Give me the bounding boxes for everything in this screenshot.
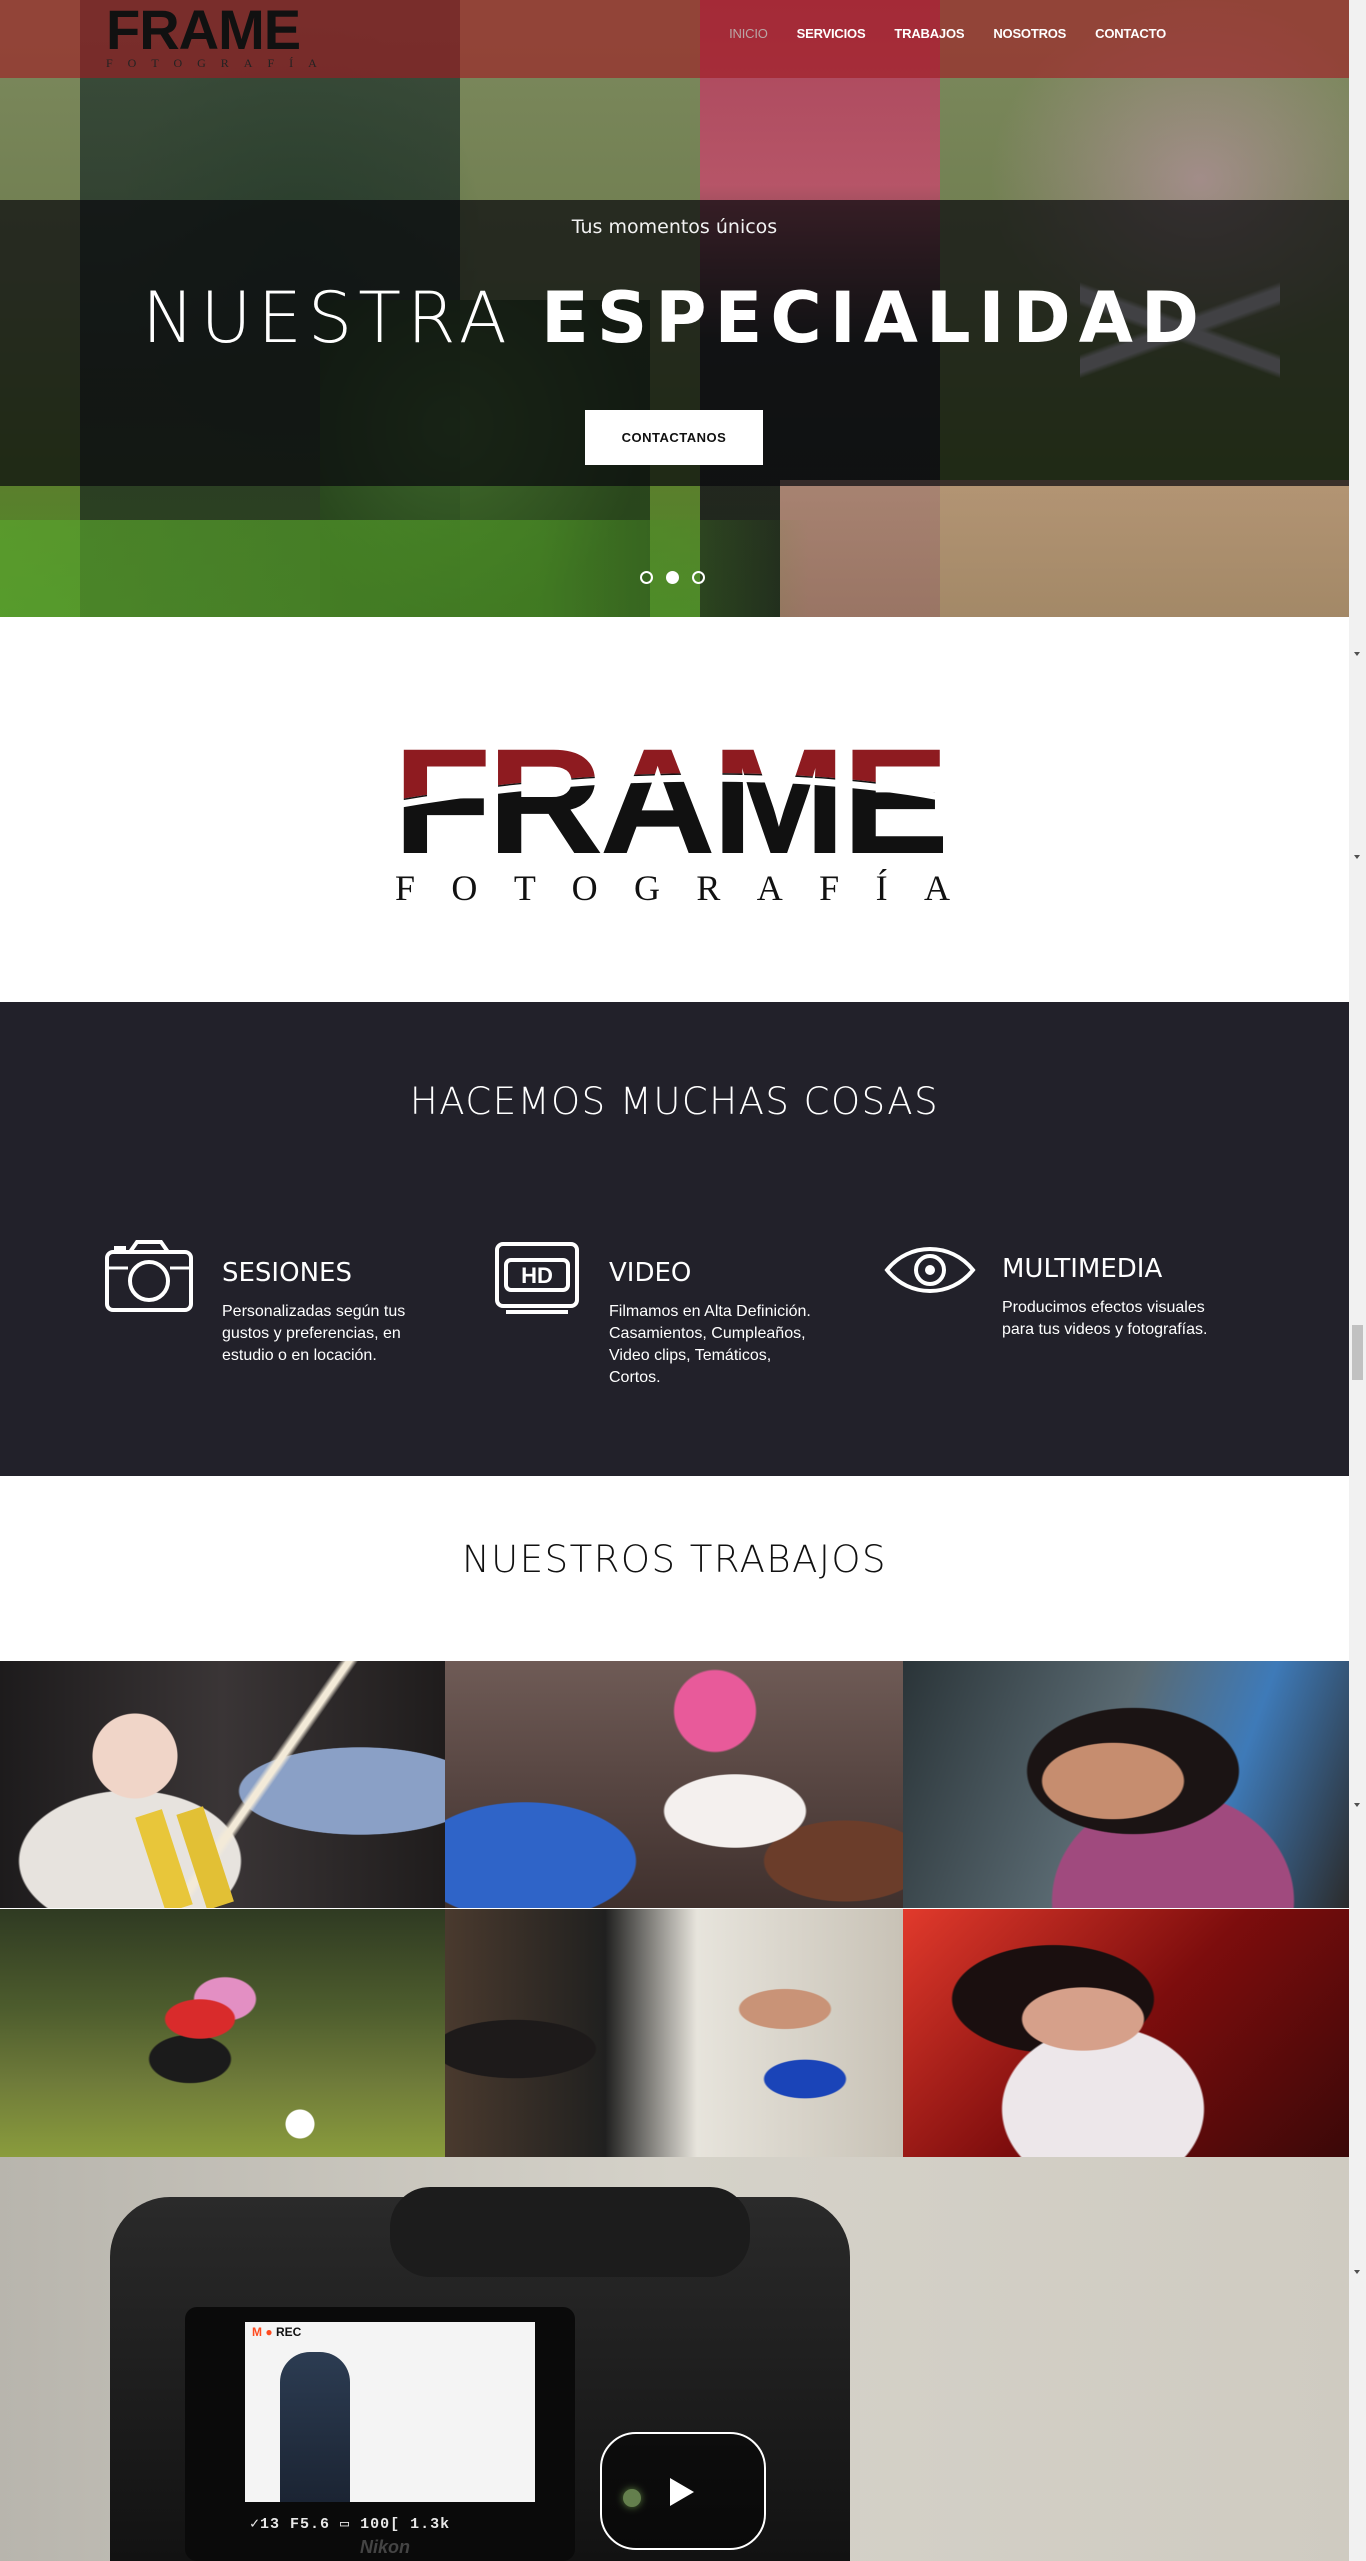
- camera-top: [390, 2187, 750, 2277]
- hero-title-bold: ESPECIALIDAD: [541, 277, 1207, 359]
- service-multimedia-desc: Producimos efectos visuales para tus vid…: [1002, 1299, 1208, 1338]
- camera-brand-label: Nikon: [360, 2537, 411, 2557]
- camera-mode: M: [252, 2325, 262, 2339]
- hero-slider: Tus momentos únicos NUESTRA ESPECIALIDAD…: [0, 0, 1349, 617]
- slider-dot-3[interactable]: [692, 571, 705, 584]
- nav-item-servicios[interactable]: SERVICIOS: [797, 26, 866, 41]
- scroll-marker-icon: [1354, 1803, 1360, 1807]
- svg-text:HD: HD: [521, 1263, 553, 1288]
- works-title: NUESTROS TRABAJOS: [462, 1538, 887, 1581]
- header-logo[interactable]: FRAME FOTOGRAFÍA: [106, 2, 318, 76]
- camera-status-bar: ✓13 F5.6 ▭ 100[ 1.3k: [250, 2516, 451, 2533]
- gallery-item-soccer-players[interactable]: [0, 1909, 445, 2157]
- camera-icon: [105, 1240, 193, 1312]
- scrollbar-thumb[interactable]: [1352, 1325, 1363, 1380]
- rec-dot-icon: ●: [265, 2325, 273, 2339]
- nav-item-contacto[interactable]: CONTACTO: [1095, 26, 1166, 41]
- camera-rec-text: REC: [275, 2325, 302, 2339]
- gallery-item-baby-with-candles[interactable]: [0, 1661, 445, 1908]
- brand-logo-tagline: FOTOGRAFÍA: [395, 868, 950, 905]
- camera-screen-person: [280, 2352, 350, 2502]
- gallery-item-woman-portrait[interactable]: [903, 1661, 1349, 1908]
- service-sesiones-desc: Personalizadas según tus gustos y prefer…: [222, 1303, 406, 1364]
- works-gallery: [0, 1661, 1349, 2157]
- scroll-marker-icon: [1354, 652, 1360, 656]
- brand-logo-graphic: FRAME FRAME FOTOGRAFÍA: [395, 725, 955, 905]
- contact-button[interactable]: CONTACTANOS: [585, 410, 763, 465]
- nav-item-inicio[interactable]: INICIO: [729, 26, 768, 41]
- slider-dots: [640, 571, 705, 584]
- hd-video-icon: HD: [495, 1242, 579, 1314]
- main-nav: INICIO SERVICIOS TRABAJOS NOSOTROS CONTA…: [729, 26, 1166, 41]
- works-section: NUESTROS TRABAJOS: [0, 1476, 1349, 1661]
- eye-icon: [884, 1247, 976, 1293]
- header-logo-tagline: FOTOGRAFÍA: [106, 56, 332, 70]
- services-title: HACEMOS MUCHAS COSAS: [409, 1080, 940, 1123]
- nav-item-trabajos[interactable]: TRABAJOS: [894, 26, 964, 41]
- header-logo-wordmark: FRAME: [106, 0, 301, 61]
- scroll-marker-icon: [1354, 2270, 1360, 2274]
- video-section: M ● REC ✓13 F5.6 ▭ 100[ 1.3k Nikon: [0, 2157, 1349, 2561]
- slider-dot-2[interactable]: [666, 571, 679, 584]
- hero-photo-grass: [0, 520, 1349, 617]
- gallery-item-birthday-cake[interactable]: [445, 1909, 903, 2157]
- play-icon: [670, 2478, 694, 2506]
- service-multimedia-title: MULTIMEDIA: [1002, 1254, 1163, 1284]
- hero-title-light: NUESTRA: [142, 277, 513, 359]
- gallery-item-party-celebration[interactable]: [445, 1661, 903, 1908]
- nav-item-nosotros[interactable]: NOSOTROS: [993, 26, 1066, 41]
- scroll-marker-icon: [1354, 855, 1360, 859]
- camera-rec-label: M ● REC: [252, 2325, 301, 2339]
- play-video-button[interactable]: [600, 2432, 766, 2550]
- hero-title: NUESTRA ESPECIALIDAD: [0, 278, 1349, 358]
- service-video-desc: Filmamos en Alta Definición. Casamientos…: [609, 1303, 811, 1386]
- slider-dot-1[interactable]: [640, 571, 653, 584]
- services-section: HACEMOS MUCHAS COSAS SESIONES Personaliz…: [0, 1002, 1349, 1476]
- top-navbar: FRAME FOTOGRAFÍA INICIO SERVICIOS TRABAJ…: [0, 0, 1349, 78]
- service-video-title: VIDEO: [609, 1258, 692, 1288]
- brand-logo-section: FRAME FRAME FOTOGRAFÍA: [0, 617, 1349, 1002]
- brand-logo: FRAME FRAME FOTOGRAFÍA: [395, 725, 955, 905]
- page-scrollbar[interactable]: [1349, 0, 1366, 2561]
- gallery-item-singer-on-stage[interactable]: [903, 1909, 1349, 2157]
- service-sesiones-title: SESIONES: [222, 1258, 352, 1288]
- hero-subtitle: Tus momentos únicos: [571, 216, 778, 238]
